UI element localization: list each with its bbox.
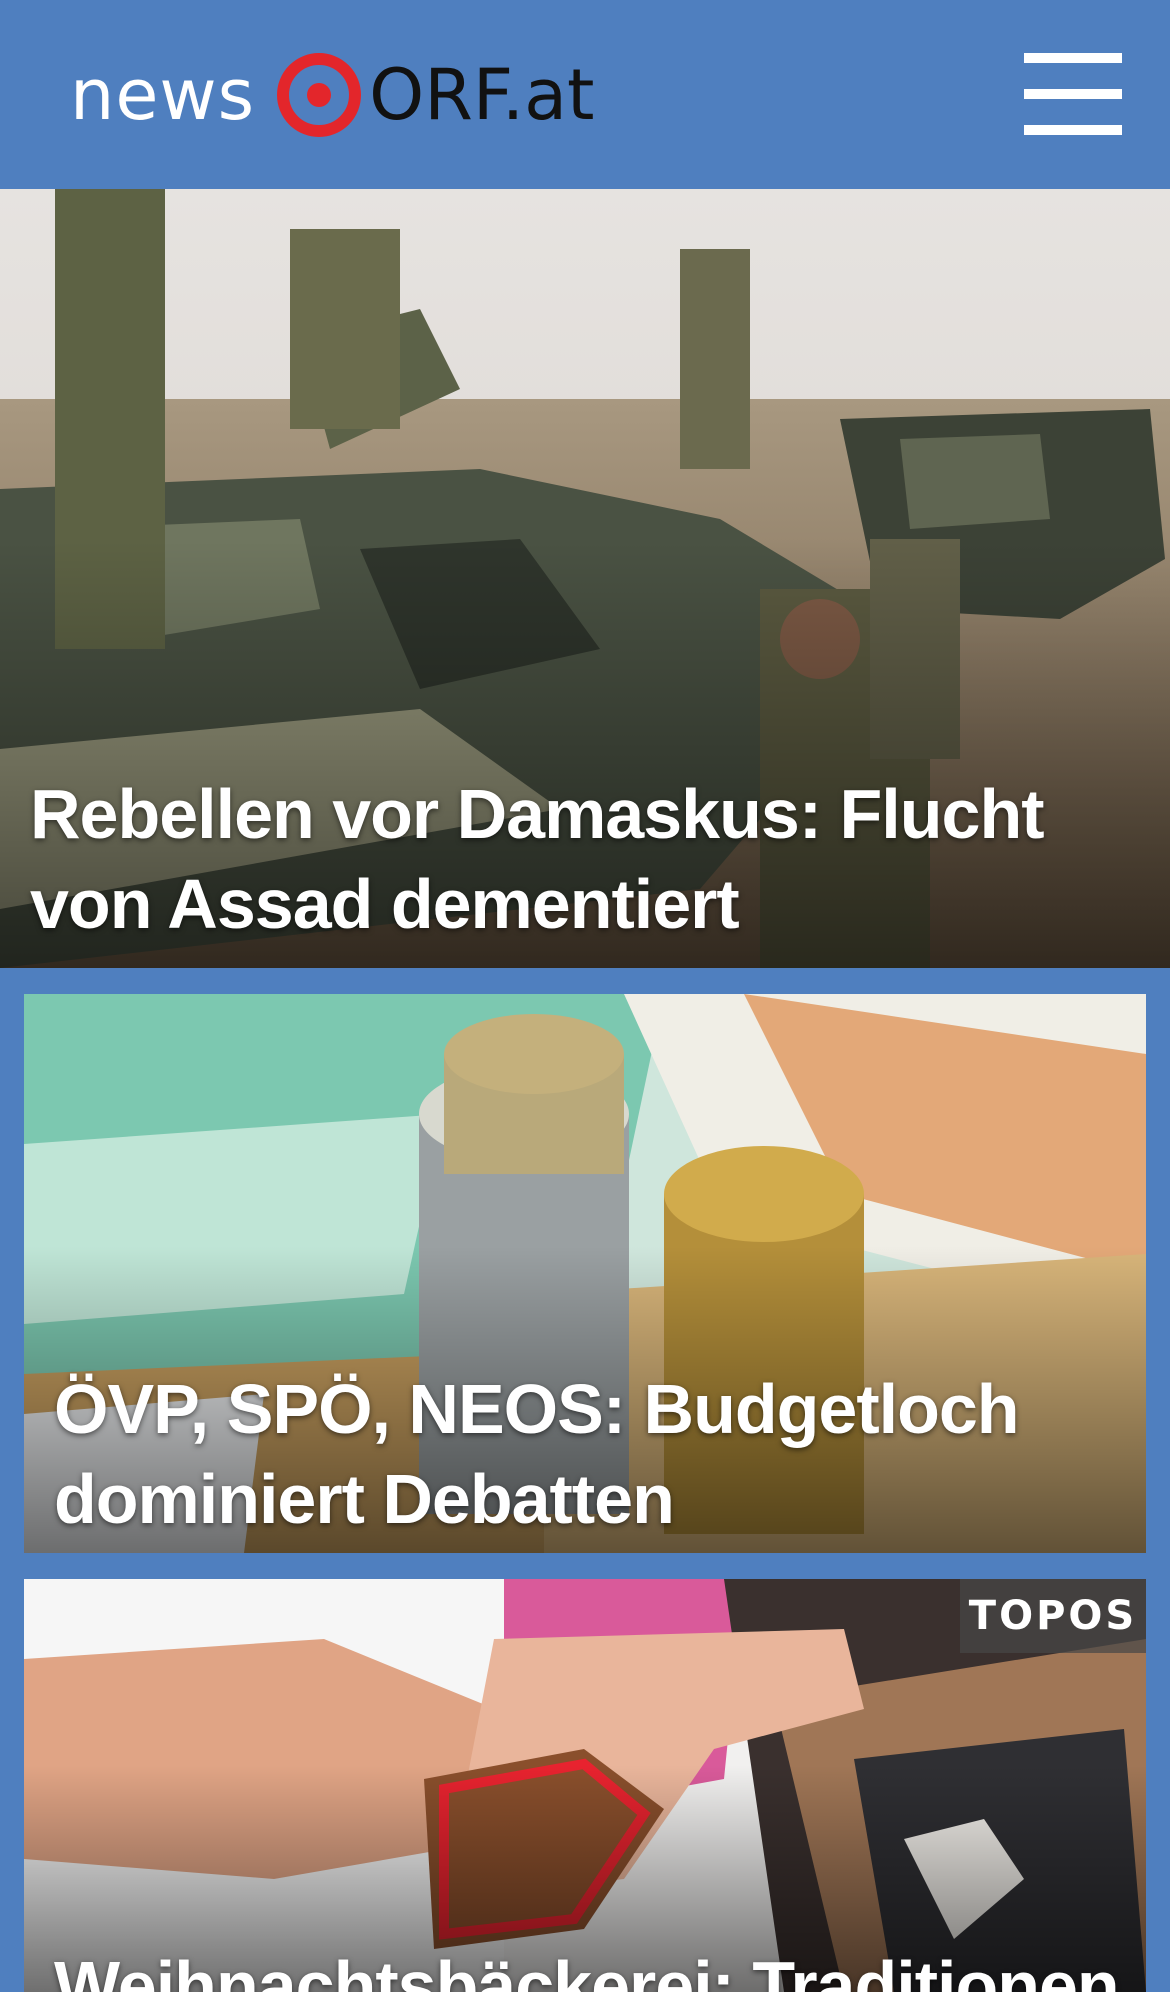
hamburger-menu-icon[interactable] [1024, 53, 1122, 135]
article-headline[interactable]: ÖVP, SPÖ, NEOS: Budgetloch dominiert Deb… [54, 1364, 1114, 1544]
app-header: news ORF.at [0, 0, 1170, 189]
section-badge: TOPOS [960, 1579, 1146, 1653]
logo-orf-text: ORF.at [369, 54, 595, 136]
logo-news-text: news [70, 54, 256, 136]
article-headline[interactable]: Weihnachtsbäckerei: Traditionen [54, 1941, 1120, 1992]
article-teaser-card[interactable]: ÖVP, SPÖ, NEOS: Budgetloch dominiert Deb… [24, 994, 1146, 1553]
orf-logo-icon [277, 53, 362, 137]
news-orf-logo[interactable]: news ORF.at [70, 48, 595, 142]
article-teaser-hero[interactable]: Rebellen vor Damaskus: Flucht von Assad … [0, 189, 1170, 968]
article-headline[interactable]: Rebellen vor Damaskus: Flucht von Assad … [30, 769, 1140, 949]
article-teaser-card[interactable]: TOPOS Weihnachtsbäckerei: Traditionen [24, 1579, 1146, 1992]
